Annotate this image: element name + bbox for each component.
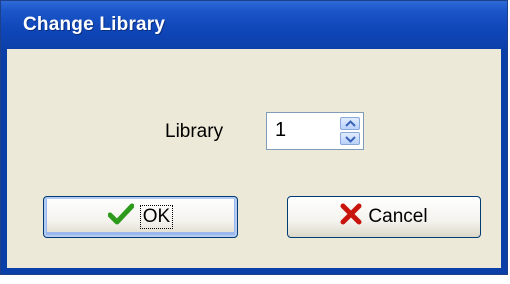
ok-button-label: OK [139,205,174,229]
checkmark-icon [107,203,135,231]
spin-up-button[interactable] [340,117,360,130]
change-library-dialog: Change Library Library 1 OK Cancel [0,0,508,275]
dialog-title: Change Library [23,14,166,35]
chevron-up-icon [345,120,356,127]
spinner-buttons [340,117,360,145]
title-bar[interactable]: Change Library [1,1,507,49]
dialog-body: Library 1 OK Cancel [7,49,501,268]
library-label: Library [165,121,224,142]
cancel-button-label: Cancel [368,206,428,227]
x-icon [340,203,362,231]
spin-down-button[interactable] [340,132,360,145]
chevron-down-icon [345,136,356,143]
library-value[interactable]: 1 [275,119,286,142]
cancel-button[interactable]: Cancel [287,196,481,238]
ok-button[interactable]: OK [43,196,238,238]
library-spinner[interactable]: 1 [266,112,364,150]
